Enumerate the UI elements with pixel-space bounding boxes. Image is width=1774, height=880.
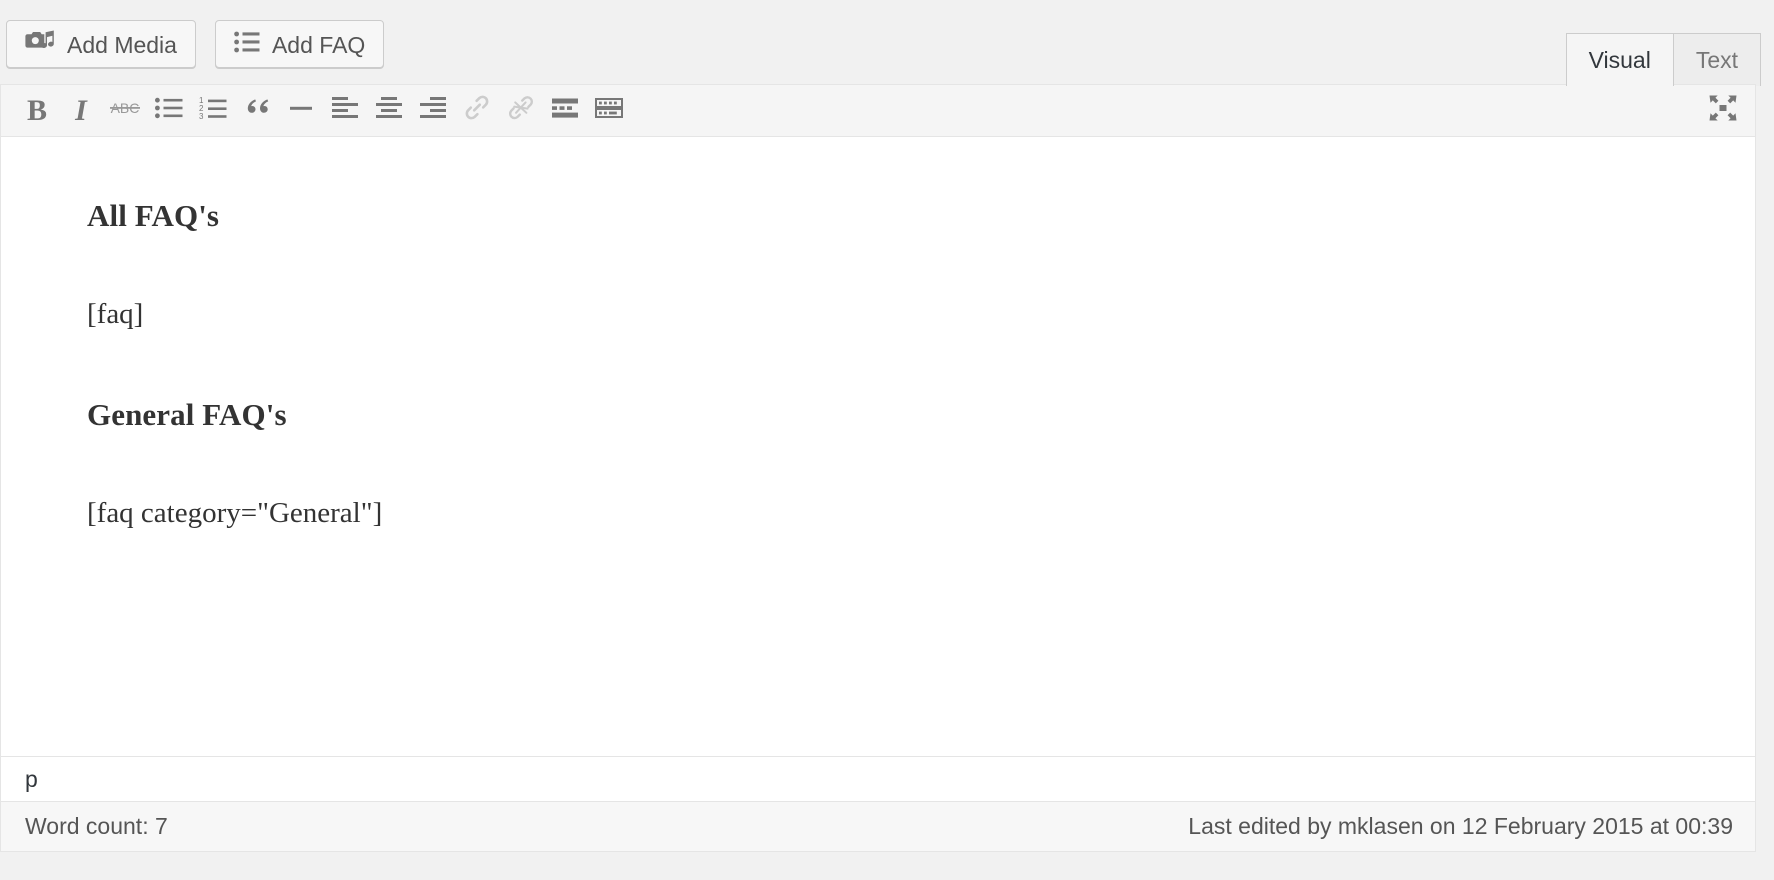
editor-mode-tabs: Visual Text (1565, 32, 1761, 86)
add-media-button[interactable]: Add Media (6, 20, 196, 68)
add-faq-button-label: Add FAQ (271, 31, 366, 58)
editor-content-area[interactable]: All FAQ's [faq] General FAQ's [faq categ… (1, 137, 1755, 765)
align-center-icon (375, 96, 403, 125)
insert-link-icon (463, 95, 491, 126)
keyboard-shortcuts-button[interactable] (587, 89, 631, 133)
tab-text[interactable]: Text (1673, 33, 1761, 86)
horizontal-line-button[interactable] (279, 89, 323, 133)
camera-music-icon (25, 29, 55, 59)
insert-link-button[interactable] (455, 89, 499, 133)
editor-statusbar: p Word count: 7 Last edited by mklasen o… (1, 756, 1755, 851)
post-status-bar: Word count: 7 Last edited by mklasen on … (1, 801, 1755, 851)
strikethrough-button[interactable]: ABC (103, 89, 147, 133)
read-more-button[interactable] (543, 89, 587, 133)
numbered-list-button[interactable]: 1 2 3 (191, 89, 235, 133)
italic-icon: I (75, 93, 87, 127)
bulleted-list-button[interactable] (147, 89, 191, 133)
tab-visual-label: Visual (1588, 46, 1651, 73)
distraction-free-icon (1708, 94, 1738, 127)
element-path-label: p (25, 765, 38, 792)
keyboard-shortcuts-icon (595, 97, 623, 124)
add-faq-button[interactable]: Add FAQ (214, 20, 385, 68)
content-heading-all-faqs: All FAQ's (87, 198, 220, 233)
distraction-free-button[interactable] (1701, 89, 1745, 133)
blockquote-icon (243, 96, 271, 125)
formatting-toolbar: B I ABC 1 2 3 (1, 85, 1755, 137)
numbered-list-icon: 1 2 3 (199, 96, 227, 125)
align-left-icon (331, 96, 359, 125)
tab-visual[interactable]: Visual (1565, 33, 1674, 86)
content-shortcode-faq-general: [faq category="General"] (87, 497, 383, 530)
svg-text:3: 3 (199, 112, 204, 120)
align-right-icon (419, 96, 447, 125)
tab-text-label: Text (1695, 46, 1738, 73)
media-buttons-bar: Add Media Add FAQ (0, 0, 1774, 85)
remove-link-button[interactable] (499, 89, 543, 133)
post-editor-screen: Add Media Add FAQ Visual Text B I ABC 1 … (0, 0, 1774, 880)
align-left-button[interactable] (323, 89, 367, 133)
editor-container: B I ABC 1 2 3 All FAQ's [faq] General FA… (0, 84, 1756, 852)
bold-button[interactable]: B (15, 89, 59, 133)
bullet-list-icon (234, 31, 260, 57)
align-center-button[interactable] (367, 89, 411, 133)
last-edited-info: Last edited by mklasen on 12 February 20… (1188, 813, 1733, 839)
word-count: Word count: 7 (25, 813, 168, 839)
italic-button[interactable]: I (59, 89, 103, 133)
remove-link-icon (507, 95, 535, 126)
bold-icon: B (26, 93, 47, 127)
add-media-button-label: Add Media (67, 31, 177, 58)
post-body[interactable]: All FAQ's [faq] General FAQ's [faq categ… (1, 195, 1755, 536)
content-shortcode-faq: [faq] (87, 297, 144, 330)
blockquote-button[interactable] (235, 89, 279, 133)
align-right-button[interactable] (411, 89, 455, 133)
strikethrough-icon: ABC (108, 98, 142, 123)
element-path[interactable]: p (1, 756, 1755, 801)
horizontal-line-icon (287, 97, 315, 124)
bulleted-list-icon (155, 97, 183, 124)
read-more-icon (551, 97, 579, 124)
content-heading-general-faqs: General FAQ's (87, 397, 287, 433)
